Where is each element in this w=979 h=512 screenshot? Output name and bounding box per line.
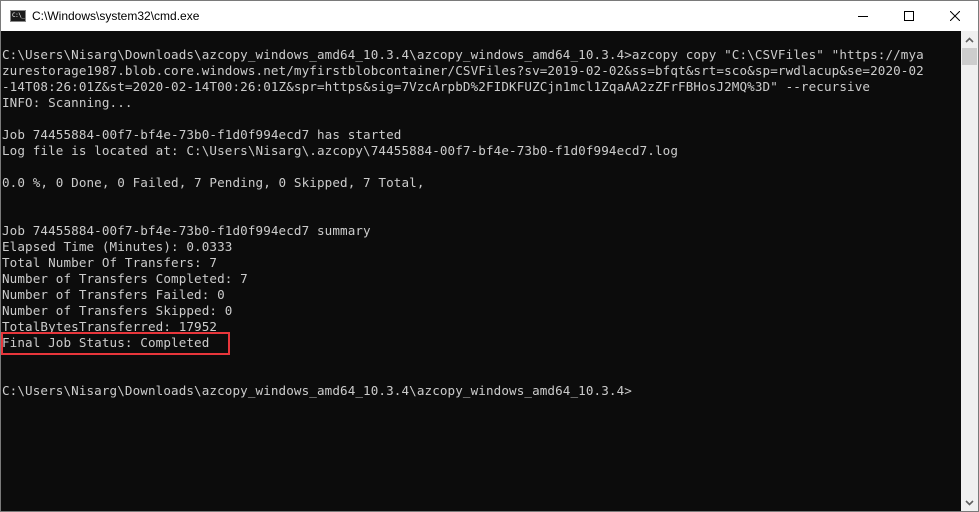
console-output[interactable]: C:\Users\Nisarg\Downloads\azcopy_windows… <box>1 31 961 511</box>
vertical-scrollbar[interactable] <box>961 31 978 511</box>
scrollbar-thumb[interactable] <box>962 48 977 65</box>
chevron-down-icon <box>965 499 974 506</box>
console-line: 0.0 %, 0 Done, 0 Failed, 7 Pending, 0 Sk… <box>2 175 425 190</box>
close-button[interactable] <box>932 1 978 31</box>
title-bar[interactable]: C:\_ C:\Windows\system32\cmd.exe <box>1 1 978 31</box>
console-line: Log file is located at: C:\Users\Nisarg\… <box>2 143 679 158</box>
console-line: Number of Transfers Completed: 7 <box>2 271 248 286</box>
console-line: Job 74455884-00f7-bf4e-73b0-f1d0f994ecd7… <box>2 223 371 238</box>
console-line: -14T08:26:01Z&st=2020-02-14T00:26:01Z&sp… <box>2 79 871 94</box>
cmd-window: C:\_ C:\Windows\system32\cmd.exe C:\User… <box>0 0 979 512</box>
maximize-button[interactable] <box>886 1 932 31</box>
minimize-icon <box>858 16 868 17</box>
console-line: C:\Users\Nisarg\Downloads\azcopy_windows… <box>2 383 632 398</box>
scroll-down-button[interactable] <box>961 494 978 511</box>
console-line: zurestorage1987.blob.core.windows.net/my… <box>2 63 924 78</box>
cmd-app-icon[interactable]: C:\_ <box>10 10 26 22</box>
console-line: Job 74455884-00f7-bf4e-73b0-f1d0f994ecd7… <box>2 127 402 142</box>
console-line: Number of Transfers Failed: 0 <box>2 287 225 302</box>
maximize-icon <box>904 11 914 21</box>
console-line: C:\Users\Nisarg\Downloads\azcopy_windows… <box>2 47 924 62</box>
chevron-up-icon <box>965 36 974 43</box>
scroll-up-button[interactable] <box>961 31 978 48</box>
console-line: INFO: Scanning... <box>2 95 133 110</box>
window-controls <box>840 1 978 31</box>
console-line: Total Number Of Transfers: 7 <box>2 255 218 270</box>
console-line: Number of Transfers Skipped: 0 <box>2 303 233 318</box>
console-line: Elapsed Time (Minutes): 0.0333 <box>2 239 233 254</box>
final-status-highlight-box <box>1 332 230 355</box>
close-icon <box>950 11 960 21</box>
minimize-button[interactable] <box>840 1 886 31</box>
cmd-icon-label: C:\_ <box>12 12 25 19</box>
window-title: C:\Windows\system32\cmd.exe <box>32 9 200 23</box>
